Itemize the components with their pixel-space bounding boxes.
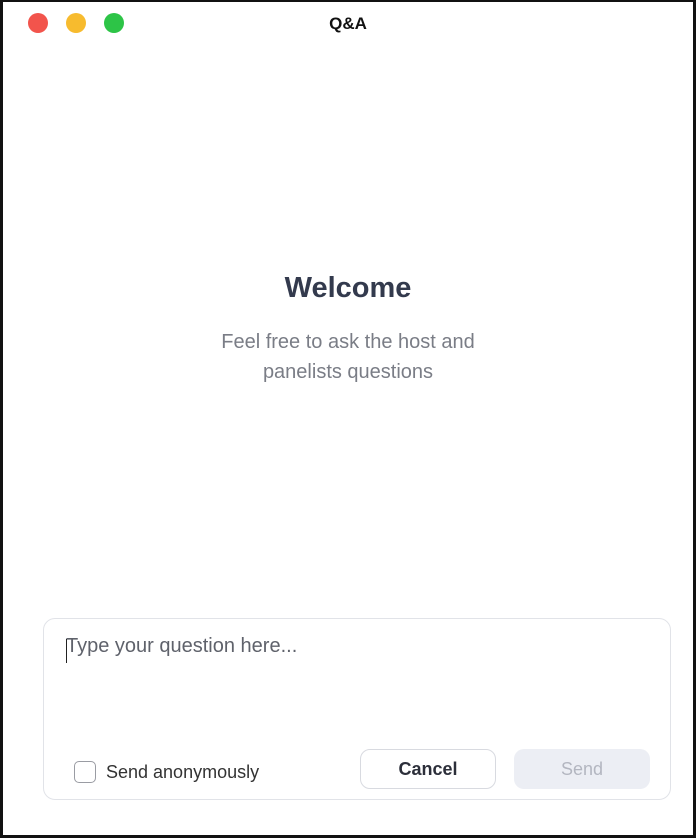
question-input[interactable]: [66, 635, 646, 715]
welcome-subtitle: Feel free to ask the host and panelists …: [221, 331, 475, 383]
send-anonymously-option[interactable]: Send anonymously: [74, 759, 259, 785]
send-anonymously-checkbox[interactable]: [74, 761, 96, 783]
welcome-heading: Welcome: [284, 272, 412, 304]
send-button[interactable]: Send: [514, 749, 650, 789]
send-anonymously-label: Send anonymously: [106, 761, 260, 782]
title-bar: Q&A: [3, 2, 693, 44]
cancel-button[interactable]: Cancel: [360, 749, 496, 789]
text-caret: [66, 639, 67, 663]
qa-window: Q&A Welcome Feel free to ask the host an…: [0, 0, 696, 838]
welcome-panel: Welcome Feel free to ask the host and pa…: [3, 272, 693, 387]
question-composer: Send anonymously Cancel Send: [43, 618, 671, 800]
window-title: Q&A: [329, 14, 367, 33]
